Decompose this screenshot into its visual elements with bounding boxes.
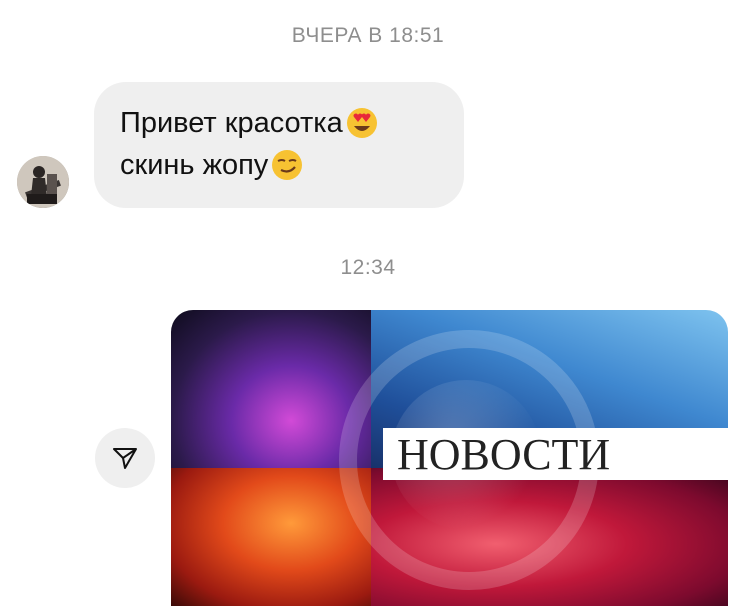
message-line-1: Привет красотка	[120, 102, 440, 144]
message-line-2: скинь жопу	[120, 144, 440, 186]
share-button[interactable]	[95, 428, 155, 488]
timestamp-today: 12:34	[340, 256, 396, 279]
media-title-banner: НОВОСТИ	[383, 428, 728, 480]
media-title-text: НОВОСТИ	[397, 429, 611, 479]
smirking-face-icon	[270, 148, 304, 182]
paper-plane-icon	[113, 448, 137, 469]
media-quadrant-bottom-left	[171, 468, 371, 606]
incoming-message-bubble[interactable]: Привет красотка скинь жопу	[94, 82, 464, 208]
message-text-line-1: Привет красотка	[120, 107, 343, 139]
outgoing-media-message[interactable]: НОВОСТИ	[171, 310, 728, 606]
sender-avatar[interactable]	[17, 156, 69, 208]
timestamp-yesterday: ВЧЕРА В 18:51	[291, 24, 445, 47]
smiling-face-with-heart-eyes-icon	[345, 106, 379, 140]
message-text-line-2: скинь жопу	[120, 149, 269, 181]
